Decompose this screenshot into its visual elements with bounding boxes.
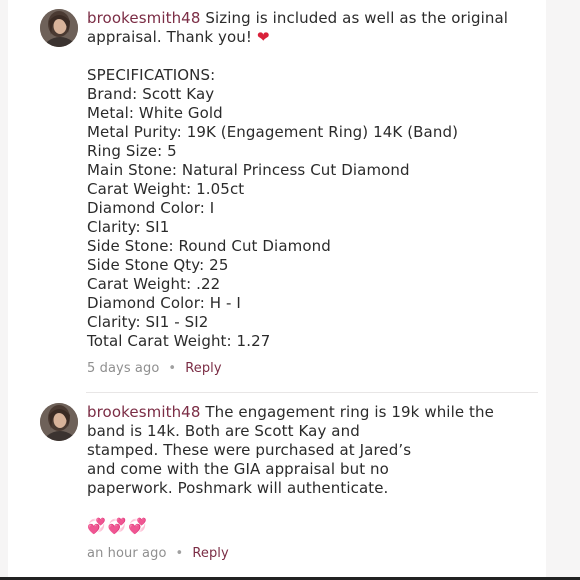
comment-line: stamped. These were purchased at Jared’s (87, 441, 412, 459)
spec-line: Carat Weight: .22 (87, 275, 221, 293)
sparkling-hearts-emoji-icon: 💞💞💞 (87, 517, 150, 535)
comment-line: paperwork. Poshmark will authenticate. (87, 479, 389, 497)
spec-line: Metal: White Gold (87, 104, 223, 122)
timestamp: 5 days ago (87, 361, 160, 376)
spec-line: Clarity: SI1 - SI2 (87, 313, 209, 331)
comment-meta: 5 days ago • Reply (87, 360, 527, 378)
spec-line: SPECIFICATIONS: (87, 66, 216, 84)
separator-dot: • (175, 546, 184, 561)
reply-button[interactable]: Reply (185, 361, 222, 376)
spec-line: Clarity: SI1 (87, 218, 170, 236)
comment-line: brookesmith48 The engagement ring is 19k… (87, 403, 527, 422)
comment-text: Sizing is included as well as the origin… (205, 9, 509, 27)
avatar-photo-icon (40, 9, 78, 47)
separator-dot: • (168, 361, 177, 376)
avatar[interactable] (40, 403, 78, 441)
spec-line: Side Stone: Round Cut Diamond (87, 237, 331, 255)
comment-line: band is 14k. Both are Scott Kay and (87, 422, 360, 440)
spec-line: Metal Purity: 19K (Engagement Ring) 14K … (87, 123, 459, 141)
comment-meta: an hour ago • Reply (87, 545, 527, 563)
comment-divider (86, 392, 538, 393)
username-link[interactable]: brookesmith48 (87, 9, 200, 27)
spec-line: Total Carat Weight: 1.27 (87, 332, 271, 350)
spec-line: Main Stone: Natural Princess Cut Diamond (87, 161, 410, 179)
comment-text: The engagement ring is 19k while the (205, 403, 494, 421)
heart-emoji-icon: ❤ (256, 28, 270, 46)
page-edge-left (0, 0, 8, 580)
comment-line: brookesmith48 Sizing is included as well… (87, 9, 527, 28)
comment-body: brookesmith48 Sizing is included as well… (87, 9, 527, 378)
username-link[interactable]: brookesmith48 (87, 403, 200, 421)
spec-line: Diamond Color: I (87, 199, 215, 217)
comment-line: and come with the GIA appraisal but no (87, 460, 389, 478)
reply-button[interactable]: Reply (192, 546, 229, 561)
spec-line: Diamond Color: H - I (87, 294, 241, 312)
spec-line: Side Stone Qty: 25 (87, 256, 229, 274)
timestamp: an hour ago (87, 546, 167, 561)
spec-line: Brand: Scott Kay (87, 85, 215, 103)
comment-text: appraisal. Thank you! (87, 28, 252, 46)
comment-line: appraisal. Thank you! ❤ (87, 28, 527, 47)
comments-page: brookesmith48 Sizing is included as well… (0, 0, 580, 580)
comment-body: brookesmith48 The engagement ring is 19k… (87, 403, 527, 563)
spec-line: Carat Weight: 1.05ct (87, 180, 245, 198)
avatar-photo-icon (40, 403, 78, 441)
page-edge-right (546, 0, 580, 580)
spec-line: Ring Size: 5 (87, 142, 177, 160)
avatar[interactable] (40, 9, 78, 47)
